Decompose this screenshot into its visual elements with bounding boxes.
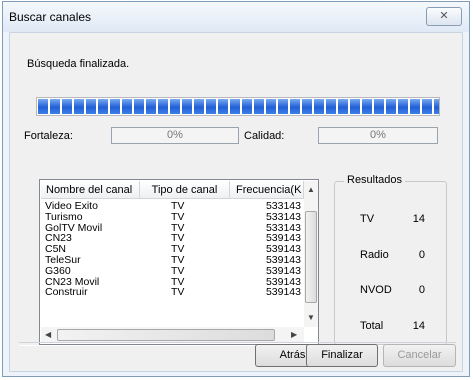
progress-segment bbox=[38, 99, 48, 114]
search-channels-dialog: Buscar canales ✕ Búsqueda finalizada. Fo… bbox=[2, 1, 470, 377]
progress-segment bbox=[194, 99, 204, 114]
close-icon: ✕ bbox=[439, 10, 449, 22]
progress-segment bbox=[230, 99, 240, 114]
strength-meter: 0% bbox=[111, 127, 239, 144]
scroll-up-arrow-icon[interactable]: ▲ bbox=[307, 185, 315, 194]
progress-segment bbox=[170, 99, 180, 114]
result-label-radio: Radio bbox=[360, 249, 389, 261]
search-status-text: Búsqueda finalizada. bbox=[27, 58, 130, 70]
progress-segment bbox=[278, 99, 288, 114]
progress-segment bbox=[122, 99, 132, 114]
progress-segment bbox=[290, 99, 300, 114]
quality-meter: 0% bbox=[318, 127, 438, 144]
finish-button[interactable]: Finalizar bbox=[306, 344, 378, 367]
scroll-left-arrow-icon[interactable]: ◀ bbox=[45, 330, 51, 339]
cell-channel-type: TV bbox=[171, 286, 185, 299]
progress-segment bbox=[158, 99, 168, 114]
progress-segment bbox=[254, 99, 264, 114]
progress-segment bbox=[50, 99, 60, 114]
column-header-frequency[interactable]: Frecuencia(K bbox=[230, 181, 304, 199]
progress-segment bbox=[422, 99, 432, 114]
strength-label: Fortaleza: bbox=[24, 130, 73, 142]
progress-segment bbox=[326, 99, 336, 114]
progress-segment bbox=[218, 99, 228, 114]
progress-segment bbox=[110, 99, 120, 114]
horizontal-scrollbar[interactable]: ◀ ▶ bbox=[41, 327, 304, 343]
quality-label: Calidad: bbox=[244, 130, 285, 142]
cancel-button: Cancelar bbox=[383, 344, 456, 367]
window-title: Buscar canales bbox=[9, 10, 92, 24]
result-value-radio: 0 bbox=[418, 249, 425, 261]
title-bar[interactable]: Buscar canales ✕ bbox=[3, 2, 469, 32]
progress-segment bbox=[434, 99, 439, 114]
progress-segment bbox=[134, 99, 144, 114]
channel-list[interactable]: Nombre del canal Tipo de canal Frecuenci… bbox=[39, 179, 319, 345]
result-value-tv: 14 bbox=[412, 213, 425, 225]
table-row[interactable]: Construir TV 539143 bbox=[41, 287, 305, 298]
search-progress-bar bbox=[36, 97, 440, 116]
progress-segment bbox=[362, 99, 372, 114]
progress-segment bbox=[206, 99, 216, 114]
horizontal-scroll-thumb[interactable] bbox=[57, 329, 275, 341]
progress-segment bbox=[86, 99, 96, 114]
progress-segment bbox=[266, 99, 276, 114]
progress-segment bbox=[398, 99, 408, 114]
progress-segment bbox=[338, 99, 348, 114]
vertical-scroll-thumb[interactable] bbox=[305, 211, 317, 303]
progress-segment bbox=[74, 99, 84, 114]
result-label-total: Total bbox=[360, 320, 384, 332]
progress-segment bbox=[314, 99, 324, 114]
vertical-scrollbar[interactable]: ▲ ▼ bbox=[304, 181, 318, 327]
progress-segment bbox=[350, 99, 360, 114]
results-title: Resultados bbox=[344, 174, 406, 186]
results-group: Resultados TV 14 Radio 0 NVOD 0 Total 14 bbox=[334, 174, 447, 345]
progress-segment bbox=[242, 99, 252, 114]
result-value-nvod: 0 bbox=[418, 284, 425, 296]
progress-segment bbox=[410, 99, 420, 114]
result-label-tv: TV bbox=[360, 213, 375, 225]
column-header-channel-name[interactable]: Nombre del canal bbox=[41, 181, 140, 199]
scroll-down-arrow-icon[interactable]: ▼ bbox=[307, 313, 315, 322]
progress-segment bbox=[182, 99, 192, 114]
cell-channel-name: Construir bbox=[45, 286, 88, 299]
column-header-channel-type[interactable]: Tipo de canal bbox=[140, 181, 230, 199]
cell-frequency: 539143 bbox=[265, 286, 301, 299]
progress-segment bbox=[146, 99, 156, 114]
scroll-right-arrow-icon[interactable]: ▶ bbox=[291, 330, 297, 339]
progress-segment bbox=[374, 99, 384, 114]
close-button[interactable]: ✕ bbox=[426, 7, 462, 26]
result-label-nvod: NVOD bbox=[360, 284, 392, 296]
progress-segment bbox=[62, 99, 72, 114]
result-value-total: 14 bbox=[412, 320, 425, 332]
progress-segment bbox=[386, 99, 396, 114]
progress-segment bbox=[98, 99, 108, 114]
progress-segment bbox=[302, 99, 312, 114]
dialog-body: Búsqueda finalizada. Fortaleza: 0% Calid… bbox=[9, 32, 463, 372]
